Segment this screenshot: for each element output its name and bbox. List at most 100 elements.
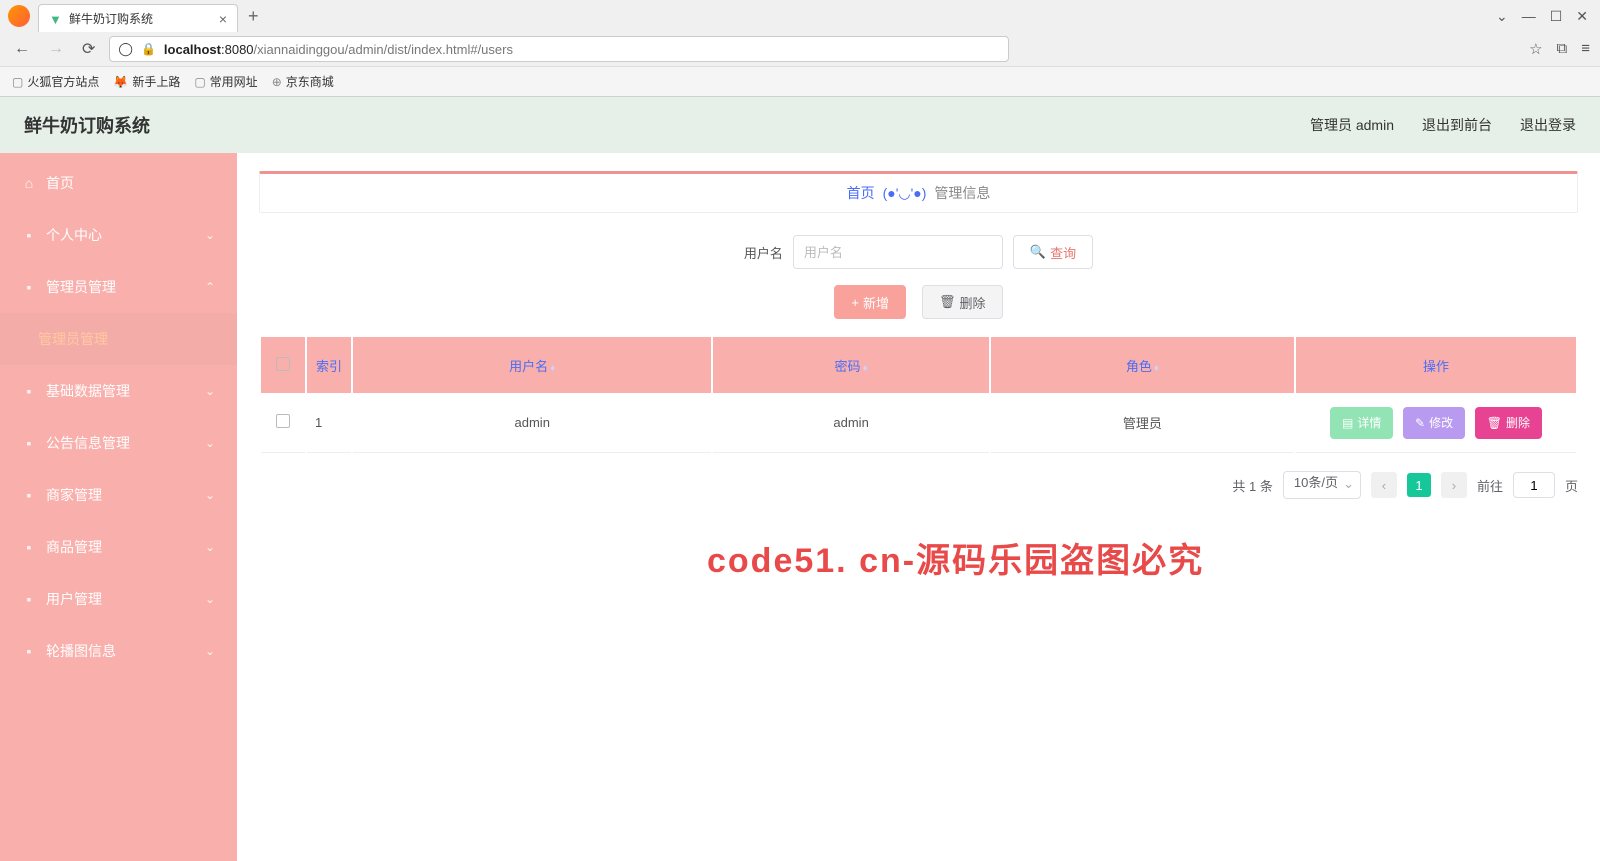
back-to-front-button[interactable]: 退出到前台 xyxy=(1422,115,1492,135)
bookmark-item[interactable]: ⊕京东商城 xyxy=(272,73,334,90)
window-controls: ⌄ — ☐ ✕ xyxy=(1496,8,1600,25)
back-button[interactable]: ← xyxy=(10,38,34,60)
sort-icon[interactable]: ♦ xyxy=(863,363,868,374)
sidebar-item-basedata[interactable]: ▪基础数据管理⌄ xyxy=(0,365,237,417)
cell-username: admin xyxy=(353,393,711,453)
new-tab-button[interactable]: + xyxy=(248,6,259,27)
sidebar-item-home[interactable]: ⌂首页 xyxy=(0,157,237,209)
globe-icon: ⊕ xyxy=(272,75,282,89)
bookmark-star-icon[interactable]: ☆ xyxy=(1529,40,1542,58)
goto-page-input[interactable] xyxy=(1513,472,1555,498)
chevron-down-icon: ⌄ xyxy=(205,540,215,554)
prev-page-button[interactable]: ‹ xyxy=(1371,472,1397,498)
browser-tab[interactable]: ▼ 鲜牛奶订购系统 × xyxy=(38,4,238,32)
chevron-down-icon: ⌄ xyxy=(205,592,215,606)
sidebar-item-personal[interactable]: ▪个人中心⌄ xyxy=(0,209,237,261)
folder-icon: ▢ xyxy=(194,75,205,89)
select-all-checkbox[interactable] xyxy=(276,357,290,371)
bookmark-item[interactable]: ▢火狐官方站点 xyxy=(12,73,99,90)
table-row: 1 admin admin 管理员 ▤详情 ✎修改 🗑删除 xyxy=(261,393,1576,453)
sidebar-item-seller[interactable]: ▪商家管理⌄ xyxy=(0,469,237,521)
minimize-icon[interactable]: — xyxy=(1522,8,1536,25)
sidebar-item-banner[interactable]: ▪轮播图信息⌄ xyxy=(0,625,237,677)
tag-icon: ▪ xyxy=(22,539,36,555)
cell-index: 1 xyxy=(307,393,351,453)
trash-icon: 🗑 xyxy=(939,294,956,310)
current-page[interactable]: 1 xyxy=(1407,473,1431,497)
filter-label: 用户名 xyxy=(744,243,783,262)
col-index[interactable]: 索引 xyxy=(307,337,351,393)
firefox-icon xyxy=(8,5,30,27)
chevron-down-icon: ⌄ xyxy=(205,644,215,658)
url-input[interactable]: ◯ 🔒 localhost:8080/xiannaidinggou/admin/… xyxy=(109,36,1009,62)
cell-password: admin xyxy=(713,393,988,453)
megaphone-icon: ▪ xyxy=(22,435,36,451)
close-window-icon[interactable]: ✕ xyxy=(1576,8,1588,25)
admin-icon: ▪ xyxy=(22,279,36,295)
col-operate: 操作 xyxy=(1296,337,1576,393)
app-menu-icon[interactable]: ≡ xyxy=(1581,40,1590,58)
col-username[interactable]: 用户名♦ xyxy=(353,337,711,393)
next-page-button[interactable]: › xyxy=(1441,472,1467,498)
bookmark-item[interactable]: ▢常用网址 xyxy=(194,73,257,90)
total-count: 共 1 条 xyxy=(1232,476,1272,495)
query-button[interactable]: 🔍查询 xyxy=(1013,235,1093,269)
pencil-icon: ✎ xyxy=(1415,416,1425,430)
sidebar-item-product[interactable]: ▪商品管理⌄ xyxy=(0,521,237,573)
dropdown-icon[interactable]: ⌄ xyxy=(1496,8,1508,25)
breadcrumb-current: 管理信息 xyxy=(934,183,990,203)
sidebar-item-admin[interactable]: ▪管理员管理⌃ xyxy=(0,261,237,313)
bookmarks-bar: ▢火狐官方站点 🦊新手上路 ▢常用网址 ⊕京东商城 xyxy=(0,66,1600,96)
breadcrumb-home[interactable]: 首页 xyxy=(847,183,875,203)
sidebar-item-user[interactable]: ▪用户管理⌄ xyxy=(0,573,237,625)
tab-title: 鲜牛奶订购系统 xyxy=(69,10,213,27)
goto-suffix: 页 xyxy=(1565,476,1578,495)
breadcrumb-separator-icon: (●'◡'●) xyxy=(883,185,927,202)
shield-icon: ◯ xyxy=(118,41,133,57)
address-bar: ← → ⟳ ◯ 🔒 localhost:8080/xiannaidinggou/… xyxy=(0,32,1600,66)
tab-close-icon[interactable]: × xyxy=(219,11,227,27)
sort-icon[interactable]: ♦ xyxy=(1154,363,1159,374)
current-user[interactable]: 管理员 admin xyxy=(1310,115,1394,135)
folder-icon: ▢ xyxy=(12,75,23,89)
pagination: 共 1 条 10条/页 ‹ 1 › 前往 页 xyxy=(259,471,1578,499)
tab-bar: ▼ 鲜牛奶订购系统 × + ⌄ — ☐ ✕ xyxy=(0,0,1600,32)
maximize-icon[interactable]: ☐ xyxy=(1550,8,1563,25)
chevron-down-icon: ⌄ xyxy=(205,436,215,450)
delete-button[interactable]: 🗑删除 xyxy=(922,285,1003,319)
bag-icon: ▪ xyxy=(22,487,36,503)
firefox-small-icon: 🦊 xyxy=(113,75,128,89)
edit-button[interactable]: ✎修改 xyxy=(1403,407,1465,439)
search-icon: 🔍 xyxy=(1030,244,1046,260)
extensions-icon[interactable]: ⧉ xyxy=(1557,40,1568,58)
browser-chrome: ▼ 鲜牛奶订购系统 × + ⌄ — ☐ ✕ ← → ⟳ ◯ 🔒 localhos… xyxy=(0,0,1600,97)
col-password[interactable]: 密码♦ xyxy=(713,337,988,393)
username-filter-input[interactable] xyxy=(793,235,1003,269)
sidebar-subitem-admin-list[interactable]: 管理员管理 xyxy=(0,313,237,365)
add-button[interactable]: +新增 xyxy=(834,285,906,319)
chevron-down-icon: ⌄ xyxy=(205,384,215,398)
reload-button[interactable]: ⟳ xyxy=(78,37,99,61)
action-row: +新增 🗑删除 xyxy=(259,285,1578,319)
row-delete-button[interactable]: 🗑删除 xyxy=(1475,407,1542,439)
chevron-up-icon: ⌃ xyxy=(205,280,215,294)
filter-row: 用户名 🔍查询 xyxy=(259,235,1578,269)
doc-icon: ▤ xyxy=(1342,416,1353,430)
logout-button[interactable]: 退出登录 xyxy=(1520,115,1576,135)
content-area: 首页 (●'◡'●) 管理信息 用户名 🔍查询 +新增 🗑删除 索引 用户名♦ … xyxy=(237,153,1600,861)
trash-icon: 🗑 xyxy=(1487,416,1502,430)
page-size-select[interactable]: 10条/页 xyxy=(1283,471,1361,499)
col-role[interactable]: 角色♦ xyxy=(991,337,1294,393)
chart-icon: ▪ xyxy=(22,591,36,607)
sort-icon[interactable]: ♦ xyxy=(550,363,555,374)
data-table: 索引 用户名♦ 密码♦ 角色♦ 操作 1 admin admin 管理员 ▤详情… xyxy=(259,337,1578,453)
row-checkbox[interactable] xyxy=(276,414,290,428)
sidebar-item-notice[interactable]: ▪公告信息管理⌄ xyxy=(0,417,237,469)
forward-button[interactable]: → xyxy=(44,38,68,60)
cell-role: 管理员 xyxy=(991,393,1294,453)
detail-button[interactable]: ▤详情 xyxy=(1330,407,1393,439)
monitor-icon: ▪ xyxy=(22,643,36,659)
bookmark-item[interactable]: 🦊新手上路 xyxy=(113,73,180,90)
goto-label: 前往 xyxy=(1477,476,1503,495)
app-title: 鲜牛奶订购系统 xyxy=(24,112,150,138)
